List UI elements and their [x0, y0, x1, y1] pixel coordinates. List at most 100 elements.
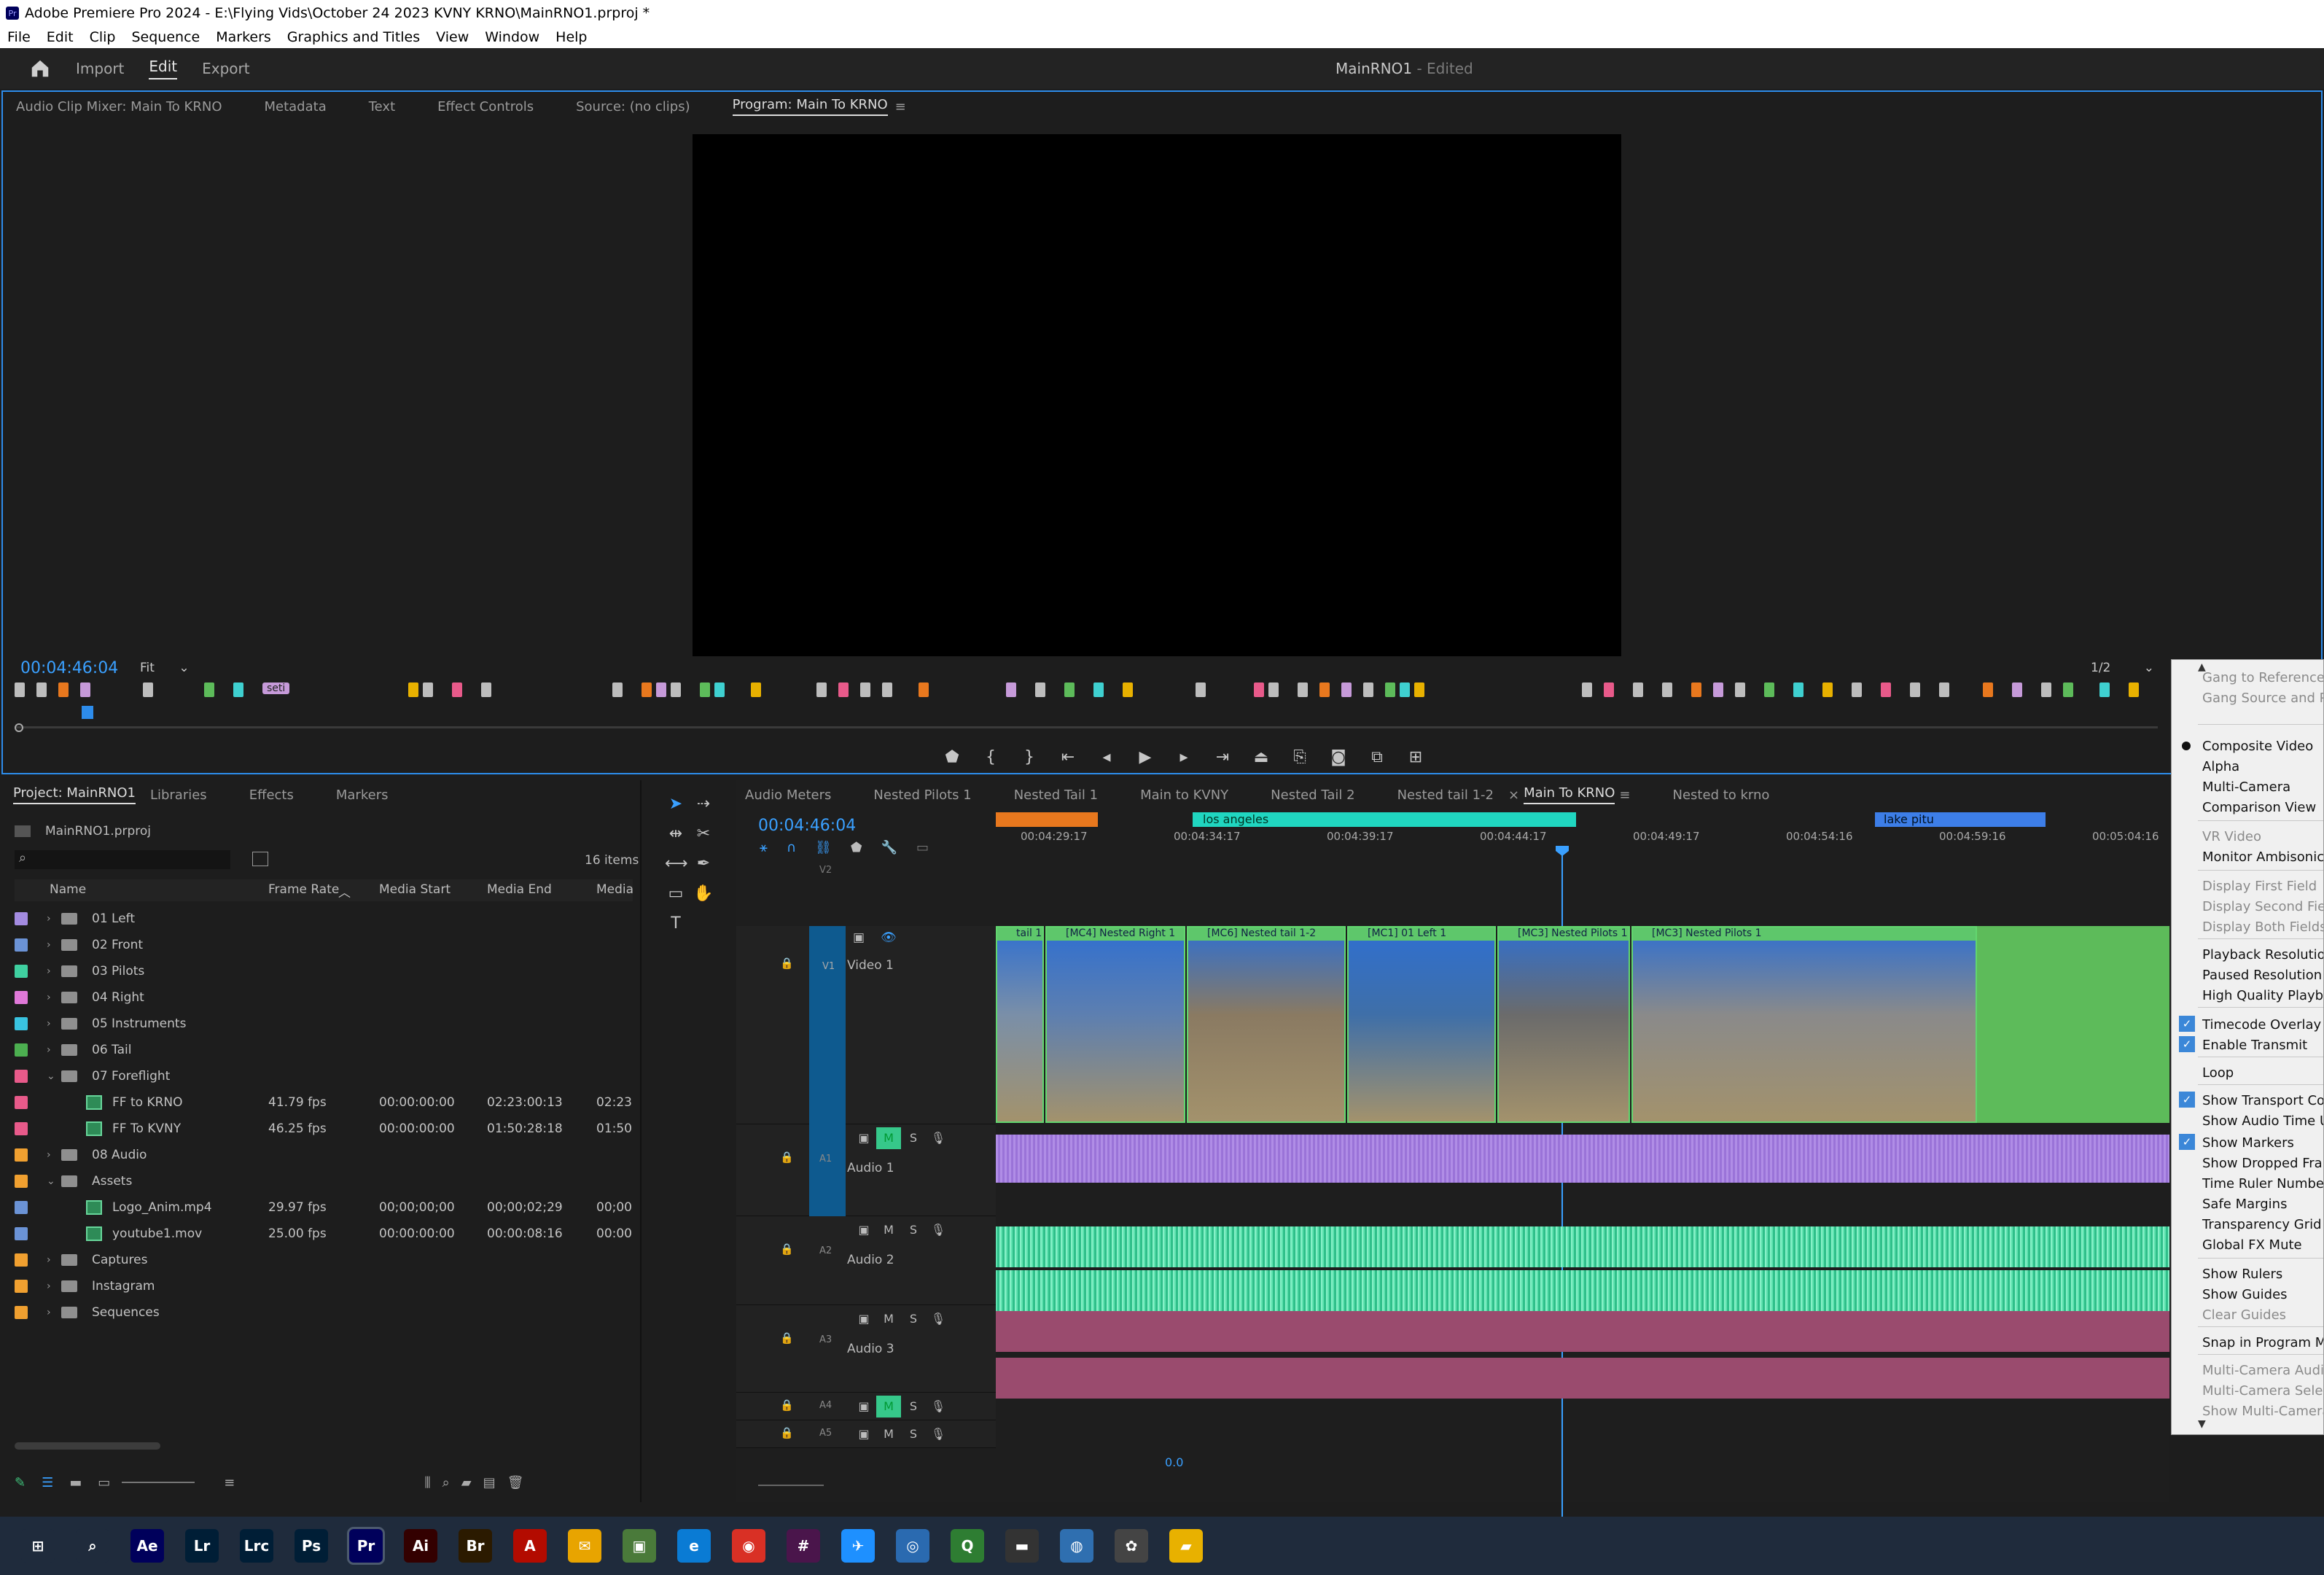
lock-icon[interactable]: 🔒	[780, 1242, 794, 1256]
timeline-marker-los-angeles[interactable]: los angeles	[1193, 812, 1576, 827]
lock-icon[interactable]: 🔒	[780, 1399, 794, 1412]
menu-graphics[interactable]: Graphics and Titles	[287, 29, 420, 45]
audio-3-clip-right[interactable]	[996, 1358, 2169, 1399]
label-color-swatch[interactable]	[15, 938, 28, 952]
tab-nested-pilots-1[interactable]: Nested Pilots 1	[873, 788, 971, 803]
clip-marker[interactable]	[1735, 682, 1745, 697]
clip-marker[interactable]	[2099, 682, 2110, 697]
col-name[interactable]: Name	[50, 882, 86, 897]
tab-program[interactable]: Program: Main To KRNO	[732, 97, 888, 116]
project-bin-row[interactable]: › 02 Front	[15, 932, 633, 958]
label-color-swatch[interactable]	[15, 1096, 28, 1109]
clip-marker[interactable]	[882, 682, 892, 697]
microphone-icon[interactable]: 🎙	[926, 1423, 951, 1445]
lock-icon[interactable]: 🔒	[780, 1151, 794, 1164]
home-icon[interactable]	[29, 58, 51, 79]
ripple-edit-icon[interactable]: ⇹	[665, 825, 687, 847]
solo-button[interactable]: S	[901, 1308, 926, 1330]
new-search-bin-icon[interactable]	[252, 852, 268, 866]
menu-item[interactable]: Enable Transmit	[2202, 1038, 2307, 1053]
menu-item[interactable]: Show Dropped Frame	[2202, 1156, 2323, 1171]
video-clip[interactable]: [MC4] Nested Right 1	[1045, 926, 1185, 1123]
clip-marker[interactable]	[2012, 682, 2022, 697]
clip-marker[interactable]	[2041, 682, 2051, 697]
microphone-icon[interactable]: 🎙	[926, 1396, 951, 1418]
program-timecode[interactable]: 00:04:46:04	[20, 659, 118, 677]
label-color-swatch[interactable]	[15, 1122, 28, 1135]
mail-icon[interactable]: ✉	[568, 1529, 601, 1563]
menu-item[interactable]: Time Ruler Numbers	[2202, 1176, 2323, 1191]
clip-marker[interactable]	[36, 682, 47, 697]
menu-item[interactable]: Show Rulers	[2202, 1267, 2282, 1282]
bridge-icon[interactable]: Br	[459, 1529, 492, 1563]
menu-item[interactable]: Paused Resolution	[2202, 968, 2322, 983]
chevron-right-icon[interactable]: ›	[47, 939, 61, 951]
hand-tool-icon[interactable]: ✋	[693, 884, 714, 906]
menu-item[interactable]: Show Guides	[2202, 1287, 2288, 1302]
after-effects-icon[interactable]: Ae	[130, 1529, 164, 1563]
menu-item[interactable]: Monitor Ambisonics	[2202, 849, 2323, 865]
microphone-icon[interactable]: 🎙	[926, 1308, 951, 1330]
mute-button[interactable]: M	[876, 1396, 901, 1418]
pencil-icon[interactable]: ✎	[15, 1475, 26, 1490]
sync-lock-icon[interactable]: ▣	[851, 1423, 876, 1445]
comparison-view-icon[interactable]: ⧉	[1365, 745, 1389, 769]
menu-item[interactable]: High Quality Playbac	[2202, 988, 2323, 1003]
mute-button[interactable]: M	[876, 1308, 901, 1330]
label-color-swatch[interactable]	[15, 1306, 28, 1319]
slack-icon[interactable]: #	[787, 1529, 820, 1563]
nest-icon[interactable]: ⚹	[760, 840, 768, 855]
label-color-swatch[interactable]	[15, 1227, 28, 1240]
workspace-import[interactable]: Import	[76, 60, 124, 77]
panel-menu-icon[interactable]: ≡	[1619, 788, 1630, 803]
col-frame-rate[interactable]: Frame Rate	[268, 882, 339, 897]
sync-lock-icon[interactable]: ▣	[851, 1308, 876, 1330]
clip-marker[interactable]	[233, 682, 243, 697]
terminal-icon[interactable]: ▬	[1005, 1529, 1039, 1563]
illustrator-icon[interactable]: Ai	[404, 1529, 437, 1563]
menu-item[interactable]: Safe Margins	[2202, 1197, 2287, 1212]
lightroom-classic-icon[interactable]: Lrc	[240, 1529, 273, 1563]
video-clip[interactable]: [MC1] 01 Left 1	[1347, 926, 1496, 1123]
sync-lock-icon[interactable]: ▣	[851, 1219, 876, 1241]
multi-camera-icon[interactable]: ⊞	[1404, 745, 1427, 769]
menu-item[interactable]: Show Transport Contr	[2202, 1093, 2323, 1108]
label-color-swatch[interactable]	[15, 991, 28, 1004]
premiere-icon[interactable]: Pr	[347, 1527, 385, 1565]
col-media-start[interactable]: Media Start	[379, 882, 451, 897]
clip-marker[interactable]	[612, 682, 623, 697]
new-bin-icon[interactable]: ▰	[461, 1475, 472, 1490]
program-scrub-bar[interactable]	[15, 726, 2158, 728]
chevron-down-icon[interactable]: ⌄	[47, 1175, 61, 1187]
chevron-right-icon[interactable]: ›	[47, 1307, 61, 1318]
maps-icon[interactable]: ◎	[896, 1529, 929, 1563]
label-color-swatch[interactable]	[15, 1201, 28, 1214]
clip-marker[interactable]	[1363, 682, 1373, 697]
clip-marker[interactable]	[80, 682, 90, 697]
workspace-edit[interactable]: Edit	[149, 58, 178, 79]
solo-button[interactable]: S	[901, 1219, 926, 1241]
tab-nested-tail-1[interactable]: Nested Tail 1	[1014, 788, 1098, 803]
time-ruler[interactable]: 00:04:29:17 00:04:34:17 00:04:39:17 00:04:4…	[996, 828, 2169, 858]
a1-source-patch[interactable]	[809, 1124, 846, 1216]
clip-marker[interactable]	[2129, 682, 2139, 697]
menu-view[interactable]: View	[436, 29, 469, 45]
sort-icon[interactable]: ≡	[224, 1475, 235, 1490]
sync-lock-icon[interactable]: ▣	[851, 1127, 876, 1149]
clip-marker[interactable]	[452, 682, 462, 697]
tab-nested-tail-1-2[interactable]: Nested tail 1-2	[1397, 788, 1494, 803]
menu-item[interactable]: Show Audio Time Un	[2202, 1113, 2323, 1129]
lift-icon[interactable]: ⏏	[1249, 745, 1273, 769]
label-color-swatch[interactable]	[15, 1070, 28, 1083]
project-bin-row[interactable]: › 01 Left	[15, 906, 633, 932]
clip-marker[interactable]	[423, 682, 433, 697]
eye-icon[interactable]: 👁	[881, 930, 897, 945]
export-frame-icon[interactable]: ◙	[1327, 745, 1350, 769]
label-color-swatch[interactable]	[15, 912, 28, 925]
panel-menu-icon[interactable]: ≡	[895, 99, 906, 114]
mute-button[interactable]: M	[876, 1423, 901, 1445]
microphone-icon[interactable]: 🎙	[926, 1127, 951, 1149]
globe-icon[interactable]: ◍	[1060, 1529, 1093, 1563]
clip-marker[interactable]	[642, 682, 652, 697]
settings-wrench-icon[interactable]: 🔧	[881, 840, 897, 855]
